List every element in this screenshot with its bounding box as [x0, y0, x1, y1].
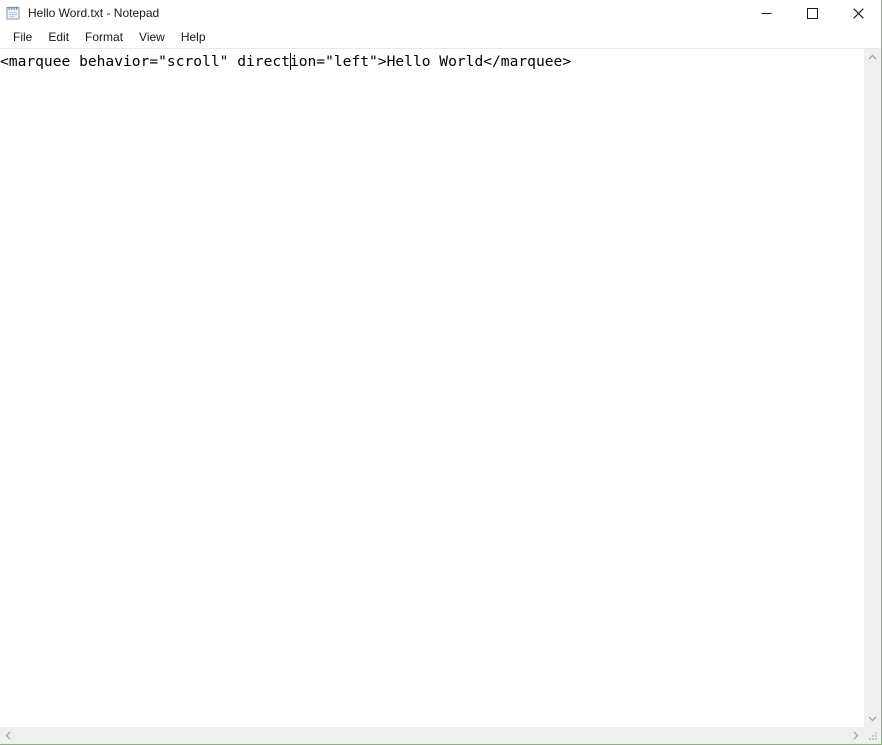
scroll-left-button[interactable]: [0, 727, 17, 744]
maximize-button[interactable]: [789, 0, 835, 26]
chevron-right-icon: [853, 731, 859, 740]
text-caret: [289, 53, 291, 70]
scroll-down-button[interactable]: [864, 710, 881, 727]
close-button[interactable]: [835, 0, 881, 26]
window-title: Hello Word.txt - Notepad: [28, 6, 160, 20]
text-editor[interactable]: <marquee behavior="scroll" direction="le…: [0, 49, 864, 727]
maximize-icon: [806, 7, 818, 19]
chevron-left-icon: [5, 731, 11, 740]
title-bar-left: Hello Word.txt - Notepad: [0, 5, 159, 21]
scroll-up-button[interactable]: [864, 49, 881, 66]
vertical-scroll-track[interactable]: [864, 66, 881, 710]
menu-item-view[interactable]: View: [131, 26, 173, 48]
menu-item-format[interactable]: Format: [77, 26, 131, 48]
horizontal-scrollbar[interactable]: [0, 727, 881, 744]
menu-item-help[interactable]: Help: [173, 26, 214, 48]
menu-bar: File Edit Format View Help: [0, 26, 881, 48]
minimize-button[interactable]: [743, 0, 789, 26]
scroll-right-button[interactable]: [847, 727, 864, 744]
notepad-icon: [5, 5, 21, 21]
notepad-window: Hello Word.txt - Notepad File Edit Forma…: [0, 0, 882, 745]
chevron-down-icon: [868, 716, 877, 722]
minimize-icon: [761, 12, 771, 14]
menu-item-file[interactable]: File: [5, 26, 40, 48]
vertical-scrollbar[interactable]: [864, 49, 881, 727]
resize-grip-icon[interactable]: [864, 727, 881, 744]
editor-region: <marquee behavior="scroll" direction="le…: [0, 49, 881, 727]
close-icon: [852, 7, 864, 19]
window-controls: [743, 0, 881, 26]
menu-item-edit[interactable]: Edit: [40, 26, 77, 48]
horizontal-scroll-track[interactable]: [17, 727, 847, 744]
editor-text-line: <marquee behavior="scroll" direction="le…: [0, 53, 572, 70]
title-bar[interactable]: Hello Word.txt - Notepad: [0, 0, 881, 26]
chevron-up-icon: [868, 54, 877, 60]
